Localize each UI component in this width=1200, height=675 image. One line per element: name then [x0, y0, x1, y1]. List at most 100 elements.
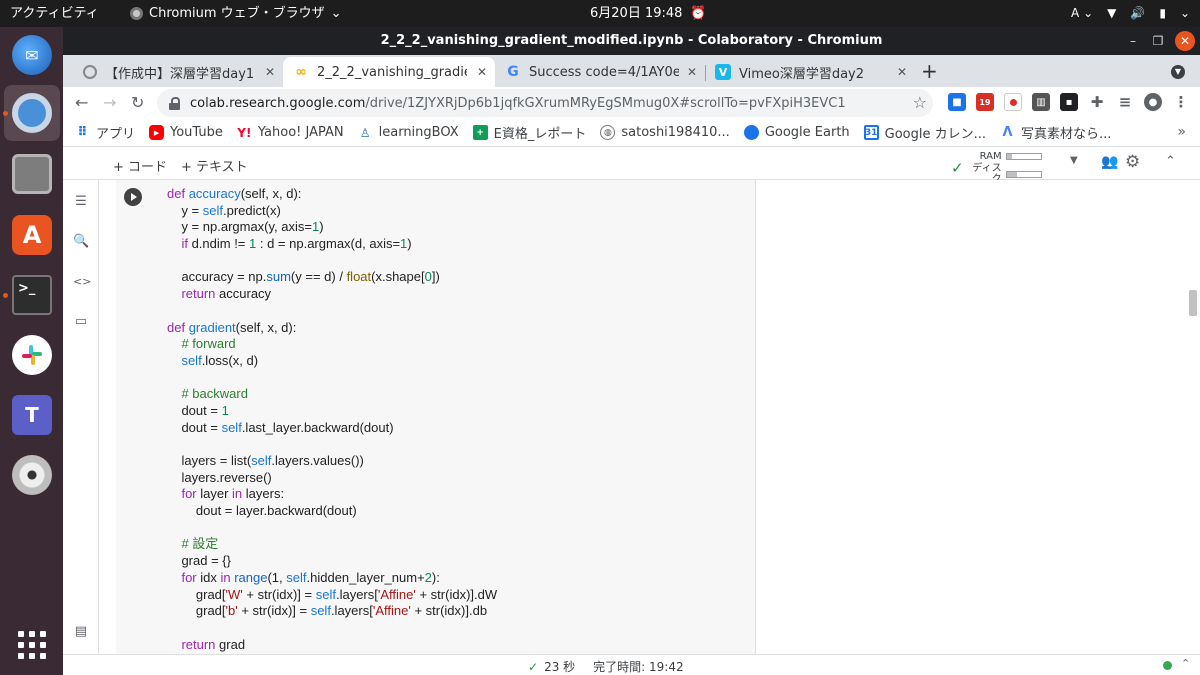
bookmark-yahoo[interactable]: Y! Yahoo! JAPAN — [237, 125, 344, 140]
execution-duration: ✓ 23 秒 — [528, 658, 575, 675]
system-tray[interactable]: A ⌄ ▼ 🔊 ▮ ⌄ — [1071, 0, 1190, 27]
code-token: (self, x, d): — [235, 319, 297, 335]
command-palette-icon[interactable]: ▤ — [73, 624, 89, 640]
reload-button[interactable]: ↻ — [131, 93, 144, 113]
window-title: 2_2_2_vanishing_gradient_modified.ipynb … — [380, 33, 883, 48]
code-editor[interactable]: def accuracy(self, x, d): y = self.predi… — [167, 186, 497, 653]
profile-avatar[interactable]: ● — [1144, 93, 1162, 111]
table-of-contents-icon[interactable]: ☰ — [73, 194, 89, 210]
app-menu[interactable]: Chromium ウェブ・ブラウザ ⌄ — [130, 0, 342, 27]
code-token: .layers.values()) — [271, 453, 364, 468]
thunderbird-icon[interactable]: ✉ — [12, 35, 52, 75]
code-line: def gradient(self, x, d): — [167, 320, 497, 337]
software-center-icon[interactable]: A — [12, 215, 52, 255]
add-code-button[interactable]: + コード — [113, 156, 167, 175]
code-line: return grad — [167, 637, 497, 654]
tab-success-code[interactable]: G Success code=4/1AY0e-g7 ✕ — [495, 57, 705, 87]
terminal-icon[interactable]: >_ — [12, 275, 52, 315]
doc-favicon-icon — [83, 65, 97, 79]
code-line: for layer in layers: — [167, 486, 497, 503]
close-icon[interactable]: ✕ — [265, 65, 275, 79]
chevron-down-icon: ⌄ — [1179, 6, 1190, 20]
code-token: sum — [266, 269, 291, 285]
tab-strip: 【作成中】深層学習day1, 2 ✕ ∞ 2_2_2_vanishing_gra… — [63, 55, 1200, 87]
extensions-puzzle-icon[interactable]: ✚ — [1088, 93, 1106, 111]
input-method-indicator[interactable]: A ⌄ — [1071, 0, 1093, 27]
scrollbar-thumb[interactable] — [1189, 290, 1197, 316]
code-token: ): — [431, 569, 440, 585]
show-applications-icon[interactable] — [12, 625, 52, 665]
close-button[interactable]: ✕ — [1175, 31, 1195, 51]
folder-icon[interactable]: ▭ — [73, 314, 89, 330]
close-icon[interactable]: ✕ — [687, 65, 697, 79]
bookmark-google-earth[interactable]: Google Earth — [743, 125, 850, 140]
files-icon[interactable] — [12, 154, 52, 194]
extension-icon[interactable]: ■ — [948, 93, 966, 111]
chromium-icon[interactable] — [12, 93, 52, 133]
add-text-button[interactable]: + テキスト — [181, 156, 248, 175]
bookmark-label: Yahoo! JAPAN — [257, 125, 344, 140]
dock: ✉ A >_ T — [0, 27, 63, 675]
runtime-dropdown-icon[interactable]: ▼ — [1070, 155, 1078, 166]
sheets-icon: + — [472, 125, 488, 140]
barcode-extension-icon[interactable]: ▥ — [1032, 93, 1050, 111]
dvd-icon[interactable] — [12, 455, 52, 495]
gmail-checker-icon[interactable]: 19 — [976, 93, 994, 111]
bookmark-photo[interactable]: Λ 写真素材なら... — [1000, 123, 1112, 142]
reading-list-icon[interactable]: ≡ — [1116, 93, 1134, 111]
code-token: ]) — [431, 269, 440, 285]
bookmark-youtube[interactable]: ▶ YouTube — [149, 125, 223, 140]
share-people-icon[interactable]: 👥 — [1101, 154, 1118, 170]
chromium-icon — [130, 7, 143, 20]
code-token: 1 — [221, 402, 229, 418]
browser-menu-icon[interactable]: ⋮ — [1172, 93, 1190, 111]
close-icon[interactable]: ✕ — [897, 65, 907, 79]
back-button[interactable]: ← — [75, 93, 88, 113]
address-bar[interactable]: colab.research.google.com/drive/1ZJYXRjD… — [157, 89, 933, 117]
maximize-button[interactable]: ❐ — [1148, 31, 1168, 51]
hinomaru-extension-icon[interactable] — [1004, 93, 1022, 111]
activities-button[interactable]: アクティビティ — [10, 0, 99, 27]
code-line: dout = layer.backward(dout) — [167, 503, 497, 520]
code-token: self — [251, 453, 272, 468]
bookmark-apps[interactable]: ⠿ アプリ — [75, 123, 135, 142]
execution-status[interactable]: ✓ 23 秒 完了時間: 19:42 — [528, 658, 684, 675]
bookmark-google-calendar[interactable]: 31 Google カレン... — [863, 123, 986, 142]
bookmark-e-shikaku[interactable]: + E資格_レポート — [472, 123, 586, 142]
teams-icon[interactable]: T — [12, 395, 52, 435]
minimize-button[interactable]: – — [1123, 31, 1143, 51]
tab-search-icon[interactable]: ▼ — [1171, 65, 1185, 79]
tab-sakusei-chu[interactable]: 【作成中】深層学習day1, 2 ✕ — [73, 57, 283, 87]
code-snippets-icon[interactable]: <> — [73, 274, 91, 290]
code-line: self.loss(x, d) — [167, 353, 497, 370]
search-icon[interactable]: 🔍 — [73, 234, 89, 250]
tab-vimeo[interactable]: V Vimeo深層学習day2 ✕ — [705, 57, 915, 87]
chevron-up-icon[interactable]: ⌃ — [1181, 657, 1190, 670]
tab-label: Vimeo深層学習day2 — [739, 66, 865, 82]
toggl-extension-icon[interactable]: ▪ — [1060, 93, 1078, 111]
window-titlebar[interactable]: 2_2_2_vanishing_gradient_modified.ipynb … — [63, 27, 1200, 55]
running-indicator — [3, 111, 8, 116]
clock[interactable]: 6月20日 19:48 ⏰ — [590, 0, 707, 27]
lock-icon[interactable] — [169, 96, 180, 110]
ram-bar-fill — [1006, 154, 1012, 159]
new-tab-button[interactable]: + — [921, 61, 938, 81]
calendar-icon: 31 — [863, 125, 879, 140]
gear-icon[interactable]: ⚙ — [1125, 152, 1140, 172]
bookmarks-overflow-button[interactable]: » — [1177, 124, 1186, 140]
tab-colab-notebook[interactable]: ∞ 2_2_2_vanishing_gradient_mo ✕ — [283, 57, 495, 87]
bookmark-learningbox[interactable]: ♙ learningBOX — [358, 125, 459, 140]
code-token: self — [181, 352, 202, 368]
battery-icon: ▮ — [1159, 6, 1166, 20]
close-icon[interactable]: ✕ — [477, 65, 487, 79]
code-cell[interactable]: def accuracy(self, x, d): y = self.predi… — [116, 180, 756, 654]
forward-button[interactable]: → — [103, 93, 116, 113]
code-token: grad[ — [167, 586, 226, 602]
bookmark-star-icon[interactable]: ☆ — [913, 93, 927, 112]
run-cell-button[interactable] — [124, 188, 142, 206]
slack-icon[interactable] — [12, 335, 52, 375]
bookmark-github[interactable]: ◍ satoshi198410... — [600, 125, 730, 140]
chevron-up-icon[interactable]: ⌃ — [1165, 154, 1176, 169]
